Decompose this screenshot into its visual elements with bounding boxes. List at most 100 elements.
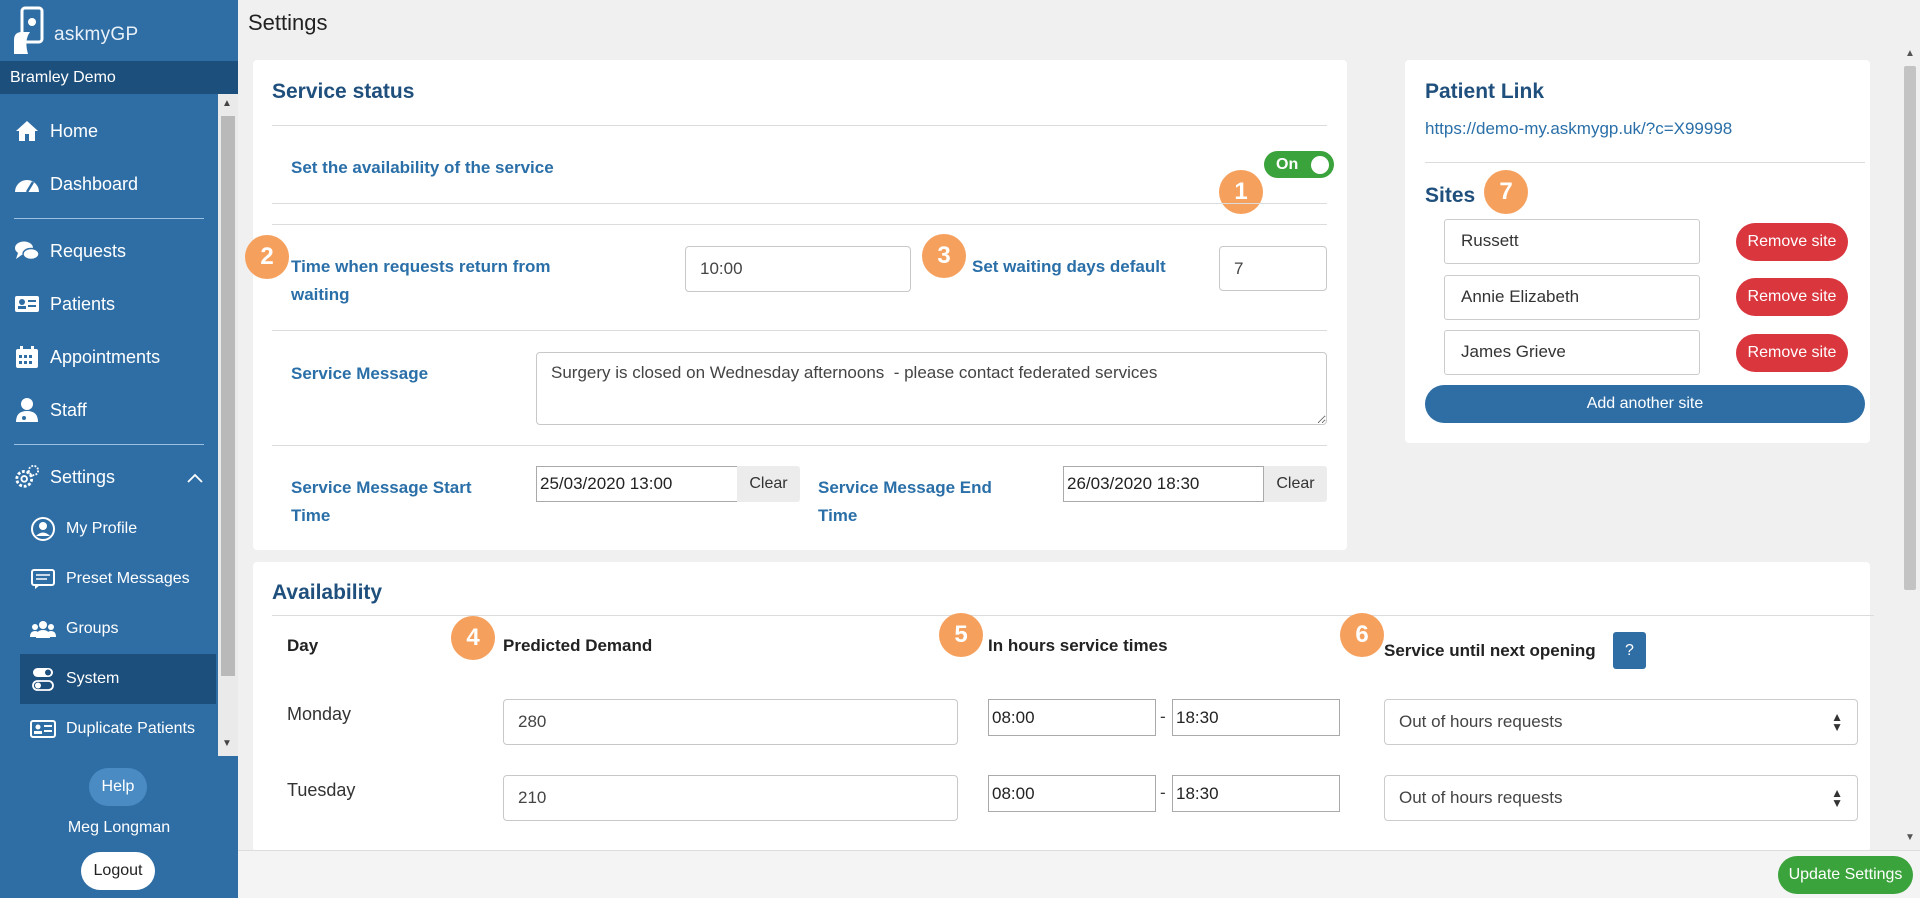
step-badge-5: 5 <box>939 613 983 657</box>
service-toggle[interactable]: On <box>1264 151 1334 178</box>
divider <box>272 203 1327 204</box>
gears-icon <box>14 464 40 490</box>
waiting-days-input[interactable] <box>1219 246 1327 291</box>
select-value: Out of hours requests <box>1399 712 1563 731</box>
nav-home[interactable]: Home <box>0 108 218 154</box>
id-card-icon <box>30 717 56 741</box>
scroll-up-arrow-icon[interactable]: ▲ <box>222 98 232 109</box>
nav-divider <box>14 218 204 219</box>
sidebar: askmyGP Bramley Demo Home Dashboard Requ… <box>0 0 238 898</box>
nav-preset-messages-label: Preset Messages <box>66 570 190 587</box>
nav-my-profile[interactable]: My Profile <box>20 504 216 554</box>
logo-text: askmyGP <box>54 23 139 45</box>
site-input[interactable]: Annie Elizabeth <box>1444 275 1700 320</box>
hours-to-input[interactable] <box>1172 775 1340 812</box>
main-scrollbar[interactable]: ▲ ▼ <box>1900 42 1920 850</box>
users-group-icon <box>30 617 56 641</box>
nav-duplicate-patients-label: Duplicate Patients <box>66 720 195 737</box>
clear-end-button[interactable]: Clear <box>1264 466 1327 502</box>
sidebar-footer: Help Meg Longman Logout <box>0 756 238 898</box>
step-badge-3: 3 <box>922 234 966 278</box>
nav-divider <box>14 444 204 445</box>
nav-groups-label: Groups <box>66 620 119 637</box>
scroll-down-arrow-icon[interactable]: ▼ <box>1905 832 1915 843</box>
divider <box>1425 162 1865 163</box>
hours-to-input[interactable] <box>1172 699 1340 736</box>
nav-settings[interactable]: Settings <box>0 454 218 500</box>
day-label: Tuesday <box>287 780 356 800</box>
help-button[interactable]: Help <box>89 768 147 806</box>
sidebar-scrollbar[interactable]: ▲ ▼ <box>218 94 238 756</box>
return-time-input[interactable] <box>685 246 911 292</box>
time-separator: - <box>1160 707 1166 726</box>
waiting-days-label: Set waiting days default <box>972 257 1166 276</box>
next-opening-select[interactable]: Out of hours requests ▲ ▼ <box>1384 775 1858 821</box>
nav-appointments[interactable]: Appointments <box>0 334 218 380</box>
step-badge-7: 7 <box>1484 170 1528 214</box>
demand-input[interactable] <box>503 699 958 745</box>
doctor-icon <box>14 397 40 423</box>
next-opening-help-button[interactable]: ? <box>1613 632 1646 669</box>
divider <box>272 125 1327 126</box>
chevron-up-icon <box>186 468 204 489</box>
divider <box>272 445 1327 446</box>
nav-requests-label: Requests <box>50 240 127 261</box>
service-status-title: Service status <box>272 80 415 103</box>
return-time-label: Time when requests return from waiting <box>291 257 551 304</box>
remove-site-button[interactable]: Remove site <box>1736 278 1848 316</box>
remove-site-button[interactable]: Remove site <box>1736 334 1848 372</box>
site-input[interactable]: Russett <box>1444 219 1700 264</box>
footer-bar <box>238 850 1920 898</box>
divider <box>272 615 1874 616</box>
nav-settings-label: Settings <box>50 466 116 487</box>
nav-system-label: System <box>66 670 120 687</box>
scroll-up-arrow-icon[interactable]: ▲ <box>1905 48 1915 59</box>
add-site-button[interactable]: Add another site <box>1425 385 1865 423</box>
demand-input[interactable] <box>503 775 958 821</box>
id-card-icon <box>14 291 40 317</box>
nav-appointments-label: Appointments <box>50 346 161 367</box>
logout-button[interactable]: Logout <box>81 852 155 890</box>
availability-title: Availability <box>272 581 383 604</box>
patient-link-url[interactable]: https://demo-my.askmygp.uk/?c=X99998 <box>1425 119 1732 139</box>
service-message-textarea[interactable]: Surgery is closed on Wednesday afternoon… <box>536 352 1327 425</box>
remove-site-button[interactable]: Remove site <box>1736 223 1848 261</box>
column-header-next-opening: Service until next opening <box>1384 641 1596 660</box>
hours-from-input[interactable] <box>988 699 1156 736</box>
nav-patients[interactable]: Patients <box>0 281 218 327</box>
nav-staff[interactable]: Staff <box>0 387 218 433</box>
clear-start-button[interactable]: Clear <box>737 466 800 502</box>
nav-duplicate-patients[interactable]: Duplicate Patients <box>20 704 216 754</box>
nav-my-profile-label: My Profile <box>66 520 138 537</box>
logo-icon <box>14 6 44 54</box>
next-opening-select[interactable]: Out of hours requests ▲ ▼ <box>1384 699 1858 745</box>
logo[interactable]: askmyGP <box>0 0 238 61</box>
main-scroll-thumb[interactable] <box>1904 66 1916 590</box>
sort-arrows-icon: ▲ ▼ <box>1831 710 1843 734</box>
nav-requests[interactable]: Requests <box>0 228 218 274</box>
hours-from-input[interactable] <box>988 775 1156 812</box>
page-title: Settings <box>248 10 328 35</box>
end-time-label: Service Message End Time <box>818 478 992 525</box>
scroll-down-arrow-icon[interactable]: ▼ <box>222 738 232 749</box>
user-circle-icon <box>30 517 56 541</box>
sidebar-scroll-thumb[interactable] <box>221 116 235 676</box>
column-header-hours: In hours service times <box>988 636 1168 655</box>
column-header-demand: Predicted Demand <box>503 636 653 655</box>
start-time-input[interactable] <box>536 466 738 502</box>
nav-groups[interactable]: Groups <box>20 604 216 654</box>
nav-patients-label: Patients <box>50 293 116 314</box>
step-badge-2: 2 <box>245 235 289 279</box>
time-separator: - <box>1160 783 1166 802</box>
select-value: Out of hours requests <box>1399 788 1563 807</box>
nav-dashboard[interactable]: Dashboard <box>0 161 218 207</box>
site-input[interactable]: James Grieve <box>1444 330 1700 375</box>
step-badge-6: 6 <box>1340 613 1384 657</box>
message-icon <box>30 567 56 591</box>
nav-preset-messages[interactable]: Preset Messages <box>20 554 216 604</box>
update-settings-button[interactable]: Update Settings <box>1778 856 1913 894</box>
availability-label: Set the availability of the service <box>291 158 554 177</box>
end-time-input[interactable] <box>1063 466 1264 502</box>
nav-system[interactable]: System <box>20 654 216 704</box>
service-message-label: Service Message <box>291 364 429 383</box>
